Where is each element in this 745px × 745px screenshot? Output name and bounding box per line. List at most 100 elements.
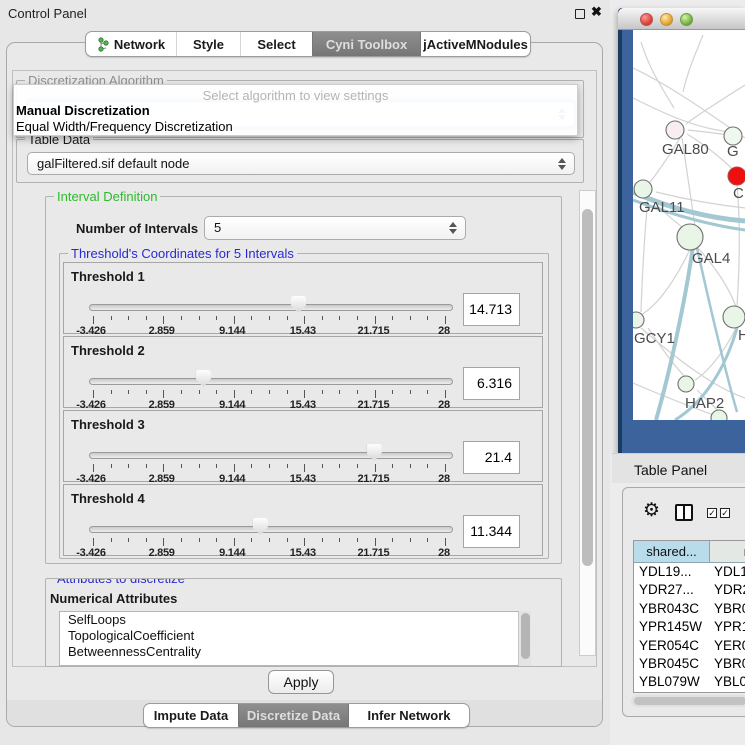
network-canvas[interactable]: GAL80 G GAL11 GAL4 GCY1 H HAP2 C: [633, 30, 745, 420]
window-title: Control Panel: [8, 6, 87, 21]
split-pane-icon[interactable]: [675, 504, 693, 521]
attribute-item[interactable]: BetweennessCentrality: [60, 644, 530, 660]
dropdown-hint: Select algorithm to view settings: [14, 88, 577, 103]
tab-jactivemnodules-label: jActiveMNodules: [423, 37, 528, 52]
close-window-icon[interactable]: ✖: [591, 4, 602, 20]
column-header-shared[interactable]: shared...: [634, 541, 710, 562]
table-cell-name[interactable]: YPR1: [710, 618, 745, 636]
attribute-item[interactable]: SelfLoops: [60, 612, 530, 628]
node-label-c: C: [733, 185, 744, 202]
apply-button[interactable]: Apply: [268, 670, 334, 694]
table-row[interactable]: YBL079WYBL0: [634, 673, 745, 691]
checkbox-icon[interactable]: ✓: [720, 508, 730, 518]
tab-style[interactable]: Style: [176, 32, 240, 56]
dropdown-option-manual[interactable]: Manual Discretization: [16, 103, 150, 118]
table-cell-name[interactable]: YDL1: [710, 563, 745, 581]
network-node-red[interactable]: [728, 167, 745, 185]
panel-scrollbar-thumb[interactable]: [582, 209, 593, 566]
table-data-value: galFiltered.sif default node: [37, 156, 189, 171]
close-traffic-light-icon[interactable]: [640, 13, 653, 26]
network-node-gal4[interactable]: [677, 224, 703, 250]
network-node-gal11[interactable]: [634, 180, 652, 198]
tab-cyni-toolbox[interactable]: Cyni Toolbox: [312, 32, 420, 56]
table-panel-box: ⚙ ✓ ✓ shared... n YDL19...YDL1YDR27...YD…: [622, 487, 745, 717]
network-node-hap2[interactable]: [678, 376, 694, 392]
table-cell-shared-name[interactable]: YPR145W: [634, 618, 710, 636]
attributes-group: Attributes to discretize Numerical Attri…: [45, 578, 562, 667]
tab-impute-data[interactable]: Impute Data: [144, 704, 238, 727]
table-header-row: shared... n: [634, 541, 745, 563]
table-row[interactable]: YPR145WYPR1: [634, 618, 745, 636]
network-window-titlebar[interactable]: [618, 8, 745, 30]
threshold-4-slider-track[interactable]: [89, 526, 453, 533]
attributes-scrollbar-thumb[interactable]: [521, 613, 530, 659]
column-header-name[interactable]: n: [710, 541, 745, 562]
threshold-2-panel: Threshold 2 -3.4262.8599.14415.4321.7152…: [63, 336, 543, 408]
zoom-traffic-light-icon[interactable]: [680, 13, 693, 26]
numerical-attributes-list: SelfLoopsTopologicalCoefficientBetweenne…: [59, 611, 531, 666]
node-label-g: G: [727, 143, 739, 160]
table-cell-shared-name[interactable]: YDL19...: [634, 563, 710, 581]
tab-infer-network[interactable]: Infer Network: [348, 704, 469, 727]
table-cell-name[interactable]: YDR2: [710, 581, 745, 599]
table-horizontal-scrollbar-thumb[interactable]: [634, 697, 745, 705]
top-tab-bar: Network Style Select Cyni Toolbox jActiv…: [85, 31, 531, 57]
table-row[interactable]: YDL19...YDL1: [634, 563, 745, 581]
threshold-4-label: Threshold 4: [71, 491, 145, 506]
table-data-combo[interactable]: galFiltered.sif default node: [27, 152, 575, 175]
dropdown-option-equal-width[interactable]: Equal Width/Frequency Discretization: [16, 119, 233, 134]
number-of-intervals-combo[interactable]: 5: [204, 216, 466, 240]
table-horizontal-scrollbar[interactable]: [631, 695, 745, 707]
table-row[interactable]: YBR043CYBR0: [634, 600, 745, 618]
window-frame-edge: [618, 8, 622, 455]
table-cell-shared-name[interactable]: YBL079W: [634, 673, 710, 691]
checkbox-icon[interactable]: ✓: [707, 508, 717, 518]
table-row[interactable]: YER054CYER0: [634, 637, 745, 655]
table-cell-name[interactable]: YLR3: [710, 692, 745, 693]
table-panel-toolbar: ⚙ ✓ ✓: [623, 488, 745, 536]
float-window-icon[interactable]: [575, 9, 585, 19]
table-cell-name[interactable]: YBL0: [710, 673, 745, 691]
table-cell-name[interactable]: YER0: [710, 637, 745, 655]
attribute-item[interactable]: TopologicalCoefficient: [60, 628, 530, 644]
threshold-3-label: Threshold 3: [71, 417, 145, 432]
network-node-gal80[interactable]: [666, 121, 684, 139]
threshold-3-slider-track[interactable]: [89, 452, 453, 459]
threshold-1-slider-track[interactable]: [89, 304, 453, 311]
threshold-4-value-field[interactable]: 11.344: [463, 515, 520, 548]
scale-label: 21.715: [357, 547, 389, 559]
threshold-2-slider-track[interactable]: [89, 378, 453, 385]
network-node-h[interactable]: [723, 306, 745, 328]
minimize-traffic-light-icon[interactable]: [660, 13, 673, 26]
table-row[interactable]: YLR345WYLR3: [634, 692, 745, 693]
tab-select[interactable]: Select: [240, 32, 312, 56]
threshold-2-label: Threshold 2: [71, 343, 145, 358]
network-node-gcy1[interactable]: [633, 312, 644, 328]
node-table: shared... n YDL19...YDL1YDR27...YDR2YBR0…: [633, 540, 745, 693]
tab-network[interactable]: Network: [86, 32, 176, 56]
table-cell-shared-name[interactable]: YER054C: [634, 637, 710, 655]
number-of-intervals-value: 5: [214, 220, 221, 235]
panel-scrollbar[interactable]: [579, 190, 596, 656]
table-row[interactable]: YBR045CYBR0: [634, 655, 745, 673]
interval-definition-label: Interval Definition: [54, 189, 160, 204]
scale-label: 9.144: [219, 547, 245, 559]
tab-discretize-data-label: Discretize Data: [247, 708, 340, 723]
table-cell-shared-name[interactable]: YLR345W: [634, 692, 710, 693]
tab-jactivemnodules[interactable]: jActiveMNodules: [420, 32, 530, 56]
numerical-attributes-label: Numerical Attributes: [50, 591, 177, 606]
threshold-3-value-field[interactable]: 21.4: [463, 441, 520, 474]
node-label-h: H: [738, 327, 745, 344]
network-view-window: GAL80 G GAL11 GAL4 GCY1 H HAP2 C: [618, 8, 745, 455]
table-cell-shared-name[interactable]: YDR27...: [634, 581, 710, 599]
table-cell-shared-name[interactable]: YBR045C: [634, 655, 710, 673]
gear-icon[interactable]: ⚙: [643, 501, 660, 520]
table-row[interactable]: YDR27...YDR2: [634, 581, 745, 599]
table-cell-shared-name[interactable]: YBR043C: [634, 600, 710, 618]
table-cell-name[interactable]: YBR0: [710, 655, 745, 673]
threshold-1-value-field[interactable]: 14.713: [463, 293, 520, 326]
tab-discretize-data[interactable]: Discretize Data: [238, 704, 348, 727]
threshold-2-value-field[interactable]: 6.316: [463, 367, 520, 400]
table-cell-name[interactable]: YBR0: [710, 600, 745, 618]
attributes-scrollbar[interactable]: [518, 611, 531, 666]
